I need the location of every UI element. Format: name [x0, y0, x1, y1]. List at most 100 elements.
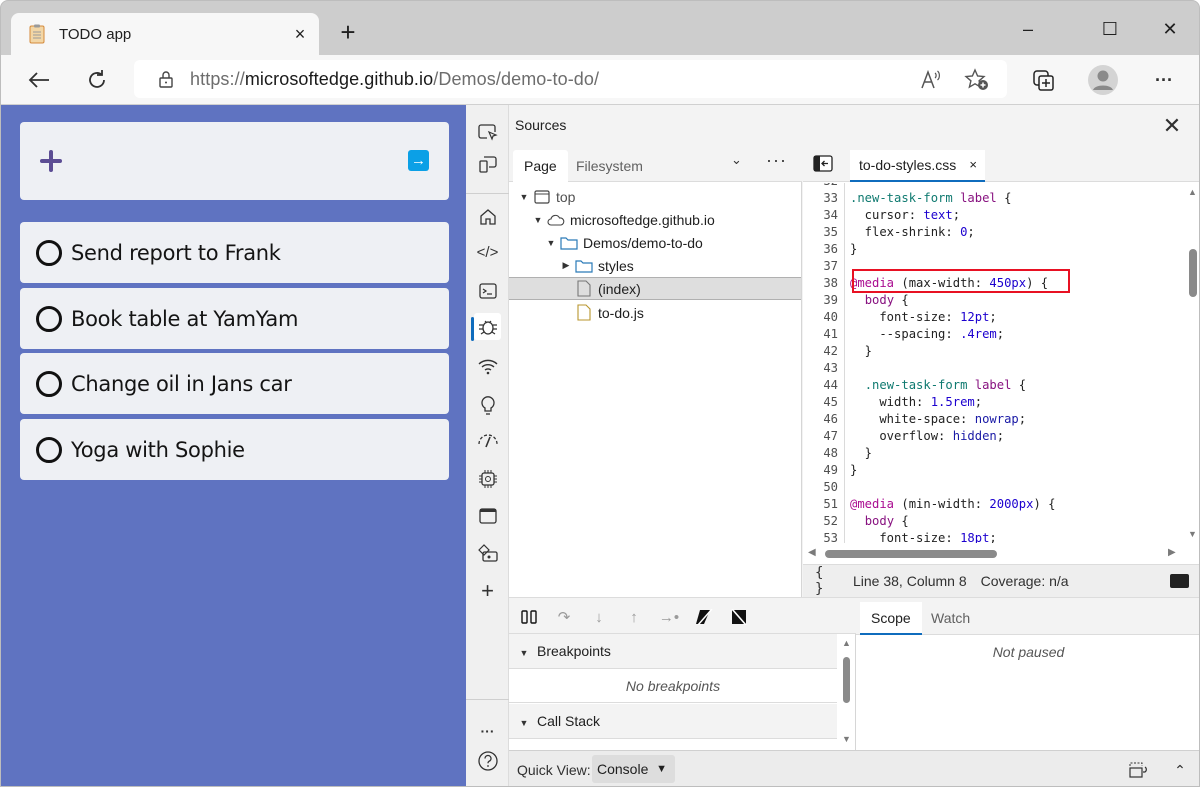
- expand-triangle-icon[interactable]: ▼: [519, 192, 529, 202]
- close-devtools-button[interactable]: ✕: [1159, 113, 1185, 139]
- performance-gauge-icon[interactable]: [474, 427, 501, 454]
- tab-watch[interactable]: Watch: [920, 602, 981, 635]
- line-number[interactable]: 40: [803, 309, 845, 326]
- line-number[interactable]: 46: [803, 411, 845, 428]
- code-lines[interactable]: 3233.new-task-form label {34 cursor: tex…: [803, 183, 1185, 543]
- add-favorite-icon[interactable]: [964, 67, 990, 93]
- maximize-button[interactable]: ☐: [1095, 15, 1125, 43]
- code-line[interactable]: 52 body {: [803, 513, 909, 530]
- line-number[interactable]: 43: [803, 360, 845, 377]
- application-icon[interactable]: [474, 502, 501, 529]
- elements-icon[interactable]: </>: [474, 239, 501, 266]
- code-line[interactable]: 32: [803, 183, 850, 190]
- line-number[interactable]: 53: [803, 530, 845, 543]
- line-number[interactable]: 47: [803, 428, 845, 445]
- line-number[interactable]: 44: [803, 377, 845, 394]
- line-number[interactable]: 50: [803, 479, 845, 496]
- code-line[interactable]: 51 @media (min-width: 2000px) {: [803, 496, 1055, 513]
- address-bar[interactable]: https://microsoftedge.github.io/Demos/de…: [134, 60, 1007, 98]
- url-text[interactable]: https://microsoftedge.github.io/Demos/de…: [190, 69, 599, 90]
- line-number[interactable]: 49: [803, 462, 845, 479]
- task-item[interactable]: Book table at YamYam: [20, 288, 449, 349]
- chevron-down-icon[interactable]: ⌄: [731, 152, 742, 168]
- dock-drawer-icon[interactable]: [1128, 760, 1150, 780]
- help-icon[interactable]: [474, 747, 501, 774]
- line-number[interactable]: 37: [803, 258, 845, 275]
- code-line[interactable]: 34 cursor: text;: [803, 207, 960, 224]
- sidebar-scrollbar[interactable]: ▲ ▼: [839, 634, 855, 750]
- read-aloud-icon[interactable]: [918, 67, 944, 93]
- step-icon[interactable]: →•: [657, 605, 681, 629]
- task-checkbox[interactable]: [36, 305, 62, 332]
- tree-item-folder[interactable]: ▼ Demos/demo-to-do: [509, 231, 801, 254]
- settings-more-button[interactable]: ···: [1149, 65, 1179, 95]
- tree-item-file[interactable]: to-do.js: [509, 301, 801, 324]
- welcome-home-icon[interactable]: [474, 203, 501, 230]
- expand-triangle-icon[interactable]: ▼: [546, 238, 556, 248]
- close-window-button[interactable]: ✕: [1155, 15, 1185, 43]
- collections-button[interactable]: [1029, 65, 1059, 95]
- vertical-scrollbar[interactable]: ▲ ▼: [1185, 183, 1199, 547]
- task-item[interactable]: Yoga with Sophie: [20, 419, 449, 480]
- pause-on-exceptions-icon[interactable]: [727, 605, 751, 629]
- line-number[interactable]: 39: [803, 292, 845, 309]
- inspect-icon[interactable]: [474, 119, 501, 146]
- line-number[interactable]: 34: [803, 207, 845, 224]
- code-line[interactable]: 43: [803, 360, 850, 377]
- console-icon[interactable]: [474, 277, 501, 304]
- line-number[interactable]: 33: [803, 190, 845, 207]
- code-line[interactable]: 45 width: 1.5rem;: [803, 394, 982, 411]
- close-file-icon[interactable]: ×: [969, 150, 977, 180]
- line-number[interactable]: 51: [803, 496, 845, 513]
- line-number[interactable]: 36: [803, 241, 845, 258]
- tab-scope[interactable]: Scope: [860, 602, 922, 635]
- horizontal-scrollbar[interactable]: ◀ ▶: [803, 547, 1185, 561]
- deactivate-breakpoints-icon[interactable]: [693, 605, 717, 629]
- line-number[interactable]: 45: [803, 394, 845, 411]
- scroll-right-icon[interactable]: ▶: [1168, 547, 1176, 558]
- line-number[interactable]: 41: [803, 326, 845, 343]
- code-line[interactable]: 41 --spacing: .4rem;: [803, 326, 1004, 343]
- tree-item-folder[interactable]: ▶ styles: [509, 254, 801, 277]
- code-line[interactable]: 48 }: [803, 445, 872, 462]
- minimize-button[interactable]: –: [1013, 15, 1043, 43]
- sources-bug-icon[interactable]: [474, 313, 501, 340]
- submit-task-button[interactable]: →: [408, 150, 429, 171]
- step-out-icon[interactable]: ↑: [622, 605, 646, 629]
- tree-item-top[interactable]: ▼ top: [509, 185, 801, 208]
- line-number[interactable]: 42: [803, 343, 845, 360]
- tree-item-file-selected[interactable]: (index): [509, 277, 801, 300]
- toggle-navigator-icon[interactable]: [813, 155, 833, 172]
- line-number[interactable]: 35: [803, 224, 845, 241]
- vertical-scroll-thumb[interactable]: [1189, 249, 1197, 297]
- horizontal-scroll-thumb[interactable]: [825, 550, 997, 558]
- breakpoints-section-header[interactable]: ▼ Breakpoints: [509, 634, 837, 669]
- profile-avatar[interactable]: [1087, 64, 1119, 96]
- line-number[interactable]: 32: [803, 183, 845, 190]
- code-line[interactable]: 53 font-size: 18pt;: [803, 530, 997, 543]
- line-number[interactable]: 48: [803, 445, 845, 462]
- device-emulation-icon[interactable]: [474, 150, 501, 177]
- sidebar-scroll-thumb[interactable]: [843, 657, 850, 703]
- task-checkbox[interactable]: [36, 370, 62, 397]
- new-tab-button[interactable]: +: [335, 19, 361, 45]
- chevron-up-icon[interactable]: ⌃: [1169, 760, 1191, 780]
- quick-view-select[interactable]: Console ▼: [592, 755, 675, 783]
- toggle-drawer-icon[interactable]: [1170, 574, 1189, 588]
- task-item[interactable]: Send report to Frank: [20, 222, 449, 283]
- code-line[interactable]: 36}: [803, 241, 857, 258]
- network-wifi-icon[interactable]: [474, 353, 501, 380]
- collapse-triangle-icon[interactable]: ▶: [561, 260, 571, 271]
- code-line[interactable]: 49}: [803, 462, 857, 479]
- code-line[interactable]: 35 flex-shrink: 0;: [803, 224, 975, 241]
- tab-page[interactable]: Page: [513, 150, 568, 182]
- back-button[interactable]: [24, 65, 54, 95]
- code-line[interactable]: 39 body {: [803, 292, 909, 309]
- scroll-up-icon[interactable]: ▲: [1188, 187, 1197, 197]
- step-into-icon[interactable]: ↓: [587, 605, 611, 629]
- scroll-left-icon[interactable]: ◀: [808, 547, 816, 558]
- task-checkbox[interactable]: [36, 436, 62, 463]
- close-tab-button[interactable]: ×: [289, 23, 311, 45]
- lightbulb-icon[interactable]: [474, 390, 501, 417]
- pretty-print-button[interactable]: { }: [815, 565, 839, 597]
